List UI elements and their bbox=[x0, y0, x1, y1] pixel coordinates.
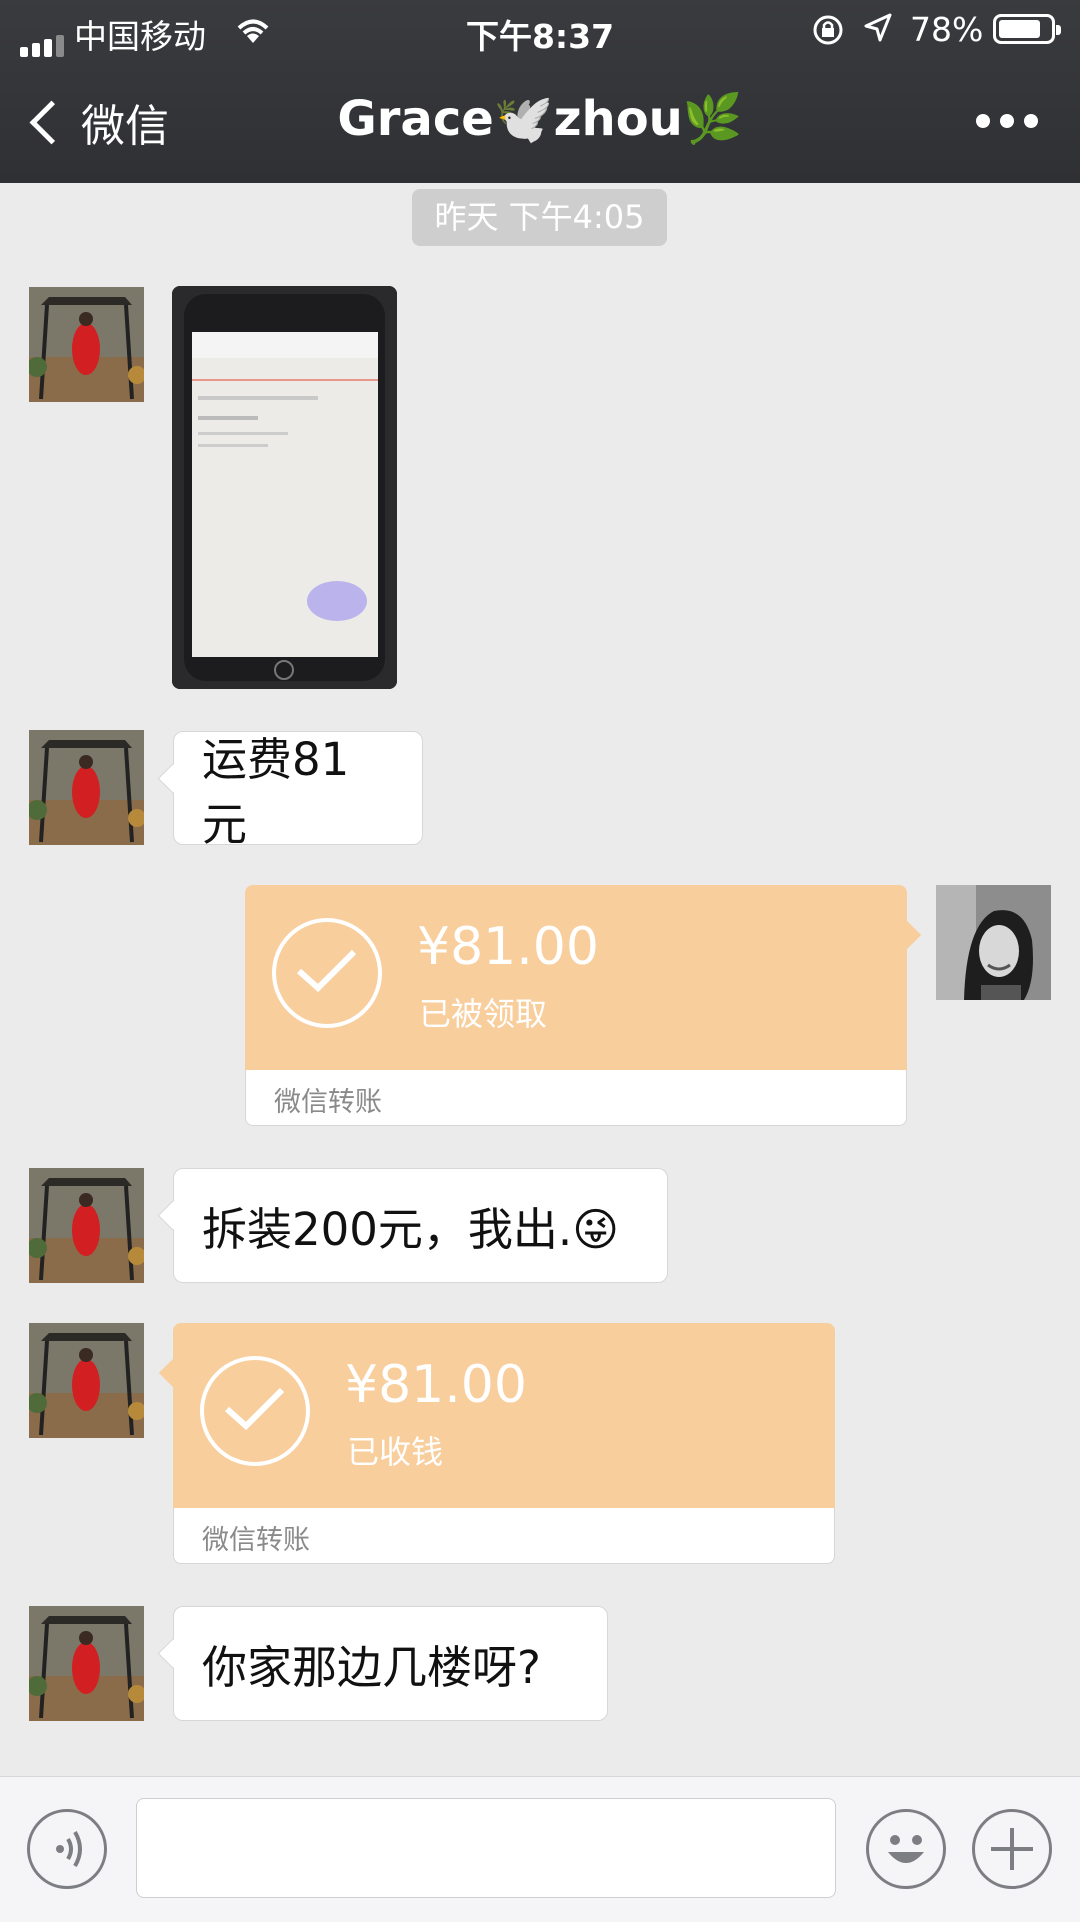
battery-icon bbox=[993, 14, 1061, 44]
message-text: 你家那边几楼呀? bbox=[202, 1641, 541, 1694]
transfer-status: 已收钱 bbox=[347, 1433, 444, 1471]
contact-avatar[interactable] bbox=[29, 730, 144, 845]
battery-percent: 78% bbox=[910, 10, 984, 49]
message-text: 运费81元 bbox=[202, 733, 350, 851]
contact-avatar[interactable] bbox=[29, 1323, 144, 1438]
transfer-card-footer: 微信转账 bbox=[245, 1070, 907, 1126]
chat-title: Grace🕊️zhou🌿 bbox=[337, 91, 743, 147]
orientation-lock-icon bbox=[811, 13, 845, 55]
location-arrow-icon bbox=[862, 12, 894, 52]
text-message[interactable]: 拆装200元，我出.😜 bbox=[173, 1168, 668, 1283]
message-timestamp: 昨天 下午4:05 bbox=[412, 189, 667, 246]
text-message[interactable]: 运费81元 bbox=[173, 731, 423, 851]
my-avatar[interactable] bbox=[936, 885, 1051, 1000]
contact-avatar[interactable] bbox=[29, 1606, 144, 1721]
text-message[interactable]: 你家那边几楼呀? bbox=[173, 1606, 608, 1721]
contact-avatar[interactable] bbox=[29, 287, 144, 402]
status-bar: 中国移动 下午8:37 78% bbox=[0, 0, 1080, 60]
transfer-card-top: ¥81.00 已收钱 bbox=[173, 1323, 835, 1508]
transfer-footer-label: 微信转账 bbox=[202, 1525, 310, 1556]
plus-icon bbox=[991, 1828, 1033, 1870]
transfer-amount: ¥81.00 bbox=[345, 1355, 527, 1415]
chat-header: 中国移动 下午8:37 78% 微信 Grace🕊️zhou🌿 bbox=[0, 0, 1080, 183]
check-circle-icon bbox=[272, 918, 382, 1028]
message-text: 拆装200元，我出.😜 bbox=[202, 1203, 620, 1256]
transfer-card[interactable]: ¥81.00 已被领取 微信转账 bbox=[245, 885, 922, 1126]
emoji-button[interactable] bbox=[866, 1809, 946, 1889]
transfer-status: 已被领取 bbox=[419, 995, 548, 1033]
transfer-amount: ¥81.00 bbox=[417, 917, 599, 977]
contact-avatar[interactable] bbox=[29, 1168, 144, 1283]
voice-button[interactable] bbox=[27, 1809, 107, 1889]
check-circle-icon bbox=[200, 1356, 310, 1466]
transfer-footer-label: 微信转账 bbox=[274, 1087, 382, 1118]
transfer-card-footer: 微信转账 bbox=[173, 1508, 835, 1564]
message-input[interactable] bbox=[136, 1798, 836, 1898]
voice-icon bbox=[56, 1830, 82, 1868]
input-bar bbox=[0, 1776, 1080, 1922]
plus-button[interactable] bbox=[972, 1809, 1052, 1889]
navigation-bar: 微信 Grace🕊️zhou🌿 bbox=[0, 60, 1080, 183]
transfer-card[interactable]: ¥81.00 已收钱 微信转账 bbox=[158, 1323, 835, 1564]
chat-photo[interactable] bbox=[172, 286, 397, 689]
more-dots-icon[interactable] bbox=[976, 114, 1038, 128]
emoji-icon bbox=[888, 1835, 924, 1863]
transfer-card-top: ¥81.00 已被领取 bbox=[245, 885, 907, 1070]
